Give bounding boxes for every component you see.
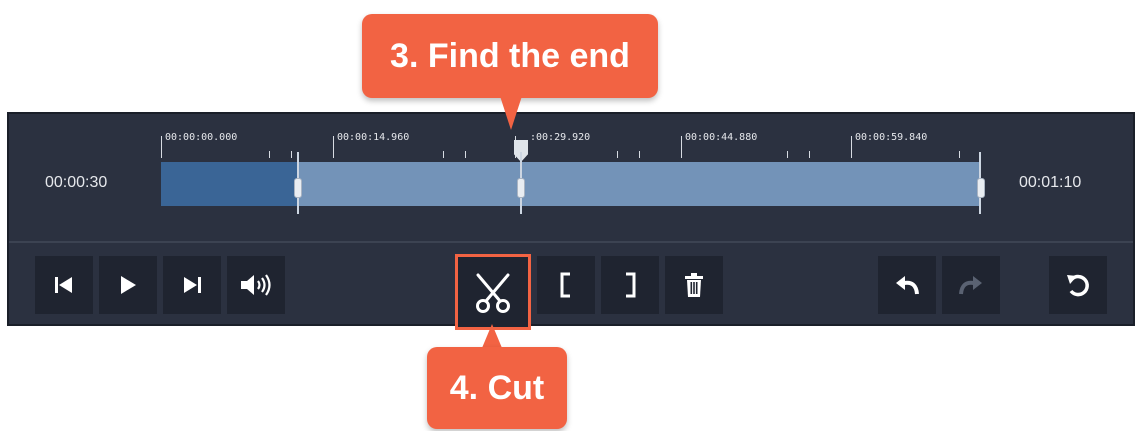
panel-divider: [9, 241, 1133, 243]
ruler-tick-minor: [639, 151, 640, 158]
redo-icon: [959, 276, 982, 295]
play-icon: [121, 276, 136, 294]
undo-button[interactable]: [878, 256, 936, 314]
ruler-tick-minor: [787, 151, 788, 158]
end-time-label: 00:01:10: [1019, 174, 1082, 191]
delete-button[interactable]: [665, 256, 723, 314]
ruler-tick-minor: [617, 151, 618, 158]
ruler-tick-major: [681, 136, 682, 158]
ruler-tick-major: [333, 136, 334, 158]
time-ruler: 00:00:00.000 00:00:14.960 :00:29.920 00:…: [161, 128, 981, 158]
clip-track[interactable]: [161, 140, 985, 214]
ruler-tick-minor: [809, 151, 810, 158]
ruler-label: 00:00:59.840: [855, 132, 928, 143]
ruler-tick-minor: [465, 151, 466, 158]
callout-cut: 4. Cut: [427, 347, 567, 429]
playhead-handle[interactable]: [517, 178, 525, 198]
callout-pointer-up: [482, 324, 502, 348]
volume-button[interactable]: [227, 256, 285, 314]
ruler-tick-minor: [959, 151, 960, 158]
skip-to-start-button[interactable]: [35, 256, 93, 314]
callout-cut-text: 4. Cut: [449, 368, 545, 407]
ruler-tick-minor: [291, 151, 292, 158]
start-time-label: 00:00:30: [45, 174, 108, 191]
volume-icon: [241, 274, 271, 296]
ruler-label: 00:00:00.000: [165, 132, 238, 143]
bracket-left-icon: [560, 272, 570, 298]
ruler-tick-minor: [269, 151, 270, 158]
reset-button[interactable]: [1049, 256, 1107, 314]
play-button[interactable]: [99, 256, 157, 314]
callout-find-the-end: 3. Find the end: [362, 14, 658, 98]
split-button[interactable]: [455, 254, 531, 330]
trash-icon: [685, 273, 703, 297]
fragment-handle-left[interactable]: [294, 178, 302, 198]
ruler-tick-major: [161, 136, 162, 158]
callout-pointer-down: [500, 96, 522, 130]
set-out-point-button[interactable]: [601, 256, 659, 314]
reset-icon: [1067, 274, 1089, 297]
scissors-icon: [476, 273, 510, 313]
fragment-handle-right[interactable]: [977, 178, 985, 198]
trim-panel: 00:00:30 00:01:10 00:00:00.000 00:00:14.…: [7, 112, 1135, 330]
ruler-tick-major: [851, 136, 852, 158]
ruler-label: :00:29.920: [530, 132, 591, 143]
selected-fragment[interactable]: [161, 162, 298, 206]
bracket-right-icon: [626, 272, 636, 298]
ruler-label: 00:00:14.960: [337, 132, 410, 143]
redo-button[interactable]: [942, 256, 1000, 314]
ruler-tick-minor: [443, 151, 444, 158]
skip-start-icon: [55, 277, 72, 293]
set-in-point-button[interactable]: [537, 256, 595, 314]
callout-find-the-end-text: 3. Find the end: [390, 36, 630, 75]
ruler-label: 00:00:44.880: [685, 132, 758, 143]
skip-end-icon: [184, 277, 201, 293]
undo-icon: [896, 276, 919, 295]
skip-to-end-button[interactable]: [163, 256, 221, 314]
